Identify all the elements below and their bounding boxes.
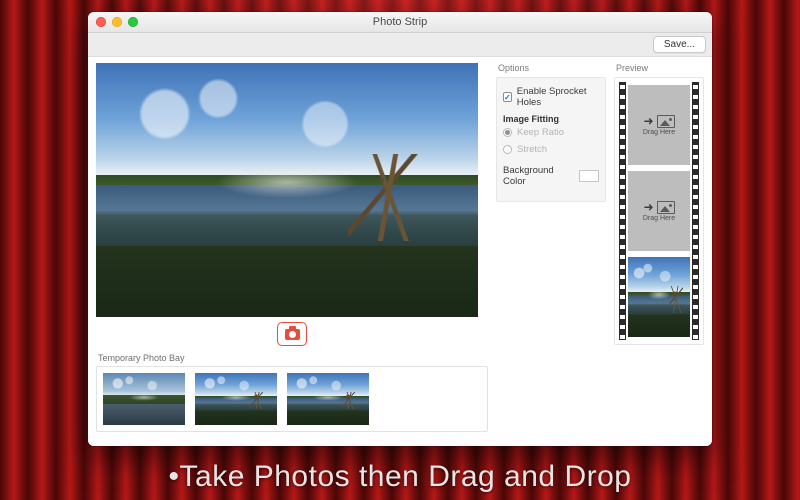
film-strip[interactable]: ➜ Drag Here ➜ [619,82,699,340]
options-panel: ✓ Enable Sprocket Holes Image Fitting Ke… [496,77,606,202]
capture-button[interactable] [277,322,307,346]
zoom-icon[interactable] [128,17,138,27]
drag-here-label: Drag Here [643,215,675,222]
arrow-right-icon: ➜ [643,200,653,214]
arrow-right-icon: ➜ [643,114,653,128]
main-photo-view[interactable] [96,63,478,317]
stretch-label: Stretch [517,144,547,155]
stretch-radio[interactable] [503,145,512,154]
window-controls [96,17,138,27]
film-frame[interactable]: ➜ Drag Here [628,171,690,251]
image-fitting-label: Image Fitting [503,114,599,124]
bay-thumb[interactable] [103,373,185,425]
bgcolor-label: Background Color [503,165,570,187]
app-window: Photo Strip Save... Temporary Photo Bay [88,12,712,446]
toolbar: Save... [88,33,712,57]
minimize-icon[interactable] [112,17,122,27]
titlebar[interactable]: Photo Strip [88,12,712,33]
close-icon[interactable] [96,17,106,27]
options-title: Options [498,63,606,73]
sprocket-checkbox[interactable]: ✓ [503,92,512,102]
film-frame[interactable]: ➜ Drag Here [628,85,690,165]
bay-thumb[interactable] [195,373,277,425]
film-frame[interactable] [628,257,690,337]
bgcolor-swatch[interactable] [579,170,599,182]
sprocket-holes-icon [619,82,626,340]
keep-ratio-radio[interactable] [503,128,512,137]
marketing-caption: •Take Photos then Drag and Drop [0,460,800,494]
photo-bay-label: Temporary Photo Bay [98,353,488,363]
image-placeholder-icon [657,115,675,128]
sprocket-label: Enable Sprocket Holes [517,86,599,108]
bay-thumb[interactable] [287,373,369,425]
camera-icon [285,329,300,340]
preview-title: Preview [616,63,704,73]
photo-bay[interactable] [96,366,488,432]
preview-panel: ➜ Drag Here ➜ [614,77,704,345]
save-button[interactable]: Save... [653,36,706,53]
drag-here-label: Drag Here [643,129,675,136]
window-title: Photo Strip [88,16,712,28]
sprocket-holes-icon [692,82,699,340]
image-placeholder-icon [657,201,675,214]
keep-ratio-label: Keep Ratio [517,127,564,138]
